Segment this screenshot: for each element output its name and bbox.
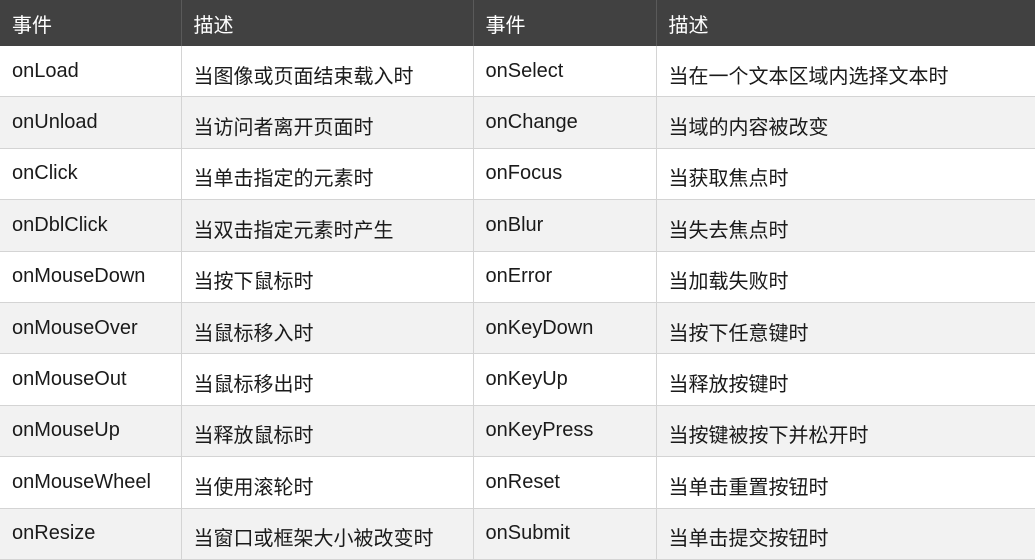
table-row: onLoad 当图像或页面结束载入时 onSelect 当在一个文本区域内选择文… <box>0 46 1035 98</box>
table-row: onDblClick 当双击指定元素时产生 onBlur 当失去焦点时 <box>0 199 1035 252</box>
event-desc-cell: 当单击提交按钮时 <box>656 508 1035 560</box>
event-desc-cell: 当鼠标移出时 <box>181 353 474 406</box>
event-desc-cell: 当释放鼠标时 <box>181 405 474 458</box>
event-name-cell: onSelect <box>473 46 657 98</box>
header-desc-2: 描述 <box>656 0 1035 46</box>
event-name-cell: onMouseOver <box>0 302 182 355</box>
table-row: onClick 当单击指定的元素时 onFocus 当获取焦点时 <box>0 148 1035 201</box>
events-table: 事件 描述 事件 描述 onLoad 当图像或页面结束载入时 onSelect … <box>0 0 1035 560</box>
event-desc-cell: 当单击指定的元素时 <box>181 148 474 201</box>
event-name-cell: onKeyUp <box>473 353 657 406</box>
event-name-cell: onChange <box>473 96 657 149</box>
header-desc-1: 描述 <box>181 0 474 46</box>
event-name-cell: onMouseDown <box>0 251 182 303</box>
event-name-cell: onUnload <box>0 96 182 149</box>
event-desc-cell: 当双击指定元素时产生 <box>181 199 474 252</box>
event-desc-cell: 当按下任意键时 <box>656 302 1035 355</box>
event-name-cell: onClick <box>0 148 182 201</box>
event-name-cell: onMouseOut <box>0 353 182 406</box>
table-row: onMouseDown 当按下鼠标时 onError 当加载失败时 <box>0 251 1035 303</box>
table-row: onMouseWheel 当使用滚轮时 onReset 当单击重置按钮时 <box>0 456 1035 509</box>
event-name-cell: onMouseUp <box>0 405 182 458</box>
event-desc-cell: 当失去焦点时 <box>656 199 1035 252</box>
event-name-cell: onReset <box>473 456 657 509</box>
table-row: onUnload 当访问者离开页面时 onChange 当域的内容被改变 <box>0 96 1035 149</box>
event-desc-cell: 当访问者离开页面时 <box>181 96 474 149</box>
event-name-cell: onError <box>473 251 657 303</box>
event-name-cell: onMouseWheel <box>0 456 182 509</box>
event-name-cell: onKeyDown <box>473 302 657 355</box>
table-header: 事件 描述 事件 描述 <box>0 0 1035 46</box>
header-event-2: 事件 <box>473 0 657 46</box>
event-name-cell: onLoad <box>0 46 182 98</box>
event-name-cell: onSubmit <box>473 508 657 560</box>
table-row: onResize 当窗口或框架大小被改变时 onSubmit 当单击提交按钮时 <box>0 508 1035 560</box>
event-desc-cell: 当按下鼠标时 <box>181 251 474 303</box>
event-desc-cell: 当在一个文本区域内选择文本时 <box>656 46 1035 98</box>
event-desc-cell: 当加载失败时 <box>656 251 1035 303</box>
event-desc-cell: 当按键被按下并松开时 <box>656 405 1035 458</box>
event-desc-cell: 当域的内容被改变 <box>656 96 1035 149</box>
event-name-cell: onDblClick <box>0 199 182 252</box>
event-desc-cell: 当单击重置按钮时 <box>656 456 1035 509</box>
event-desc-cell: 当窗口或框架大小被改变时 <box>181 508 474 560</box>
event-desc-cell: 当鼠标移入时 <box>181 302 474 355</box>
event-desc-cell: 当使用滚轮时 <box>181 456 474 509</box>
table-row: onMouseOver 当鼠标移入时 onKeyDown 当按下任意键时 <box>0 302 1035 355</box>
event-desc-cell: 当图像或页面结束载入时 <box>181 46 474 98</box>
event-desc-cell: 当获取焦点时 <box>656 148 1035 201</box>
table-row: onMouseOut 当鼠标移出时 onKeyUp 当释放按键时 <box>0 353 1035 406</box>
header-event-1: 事件 <box>0 0 182 46</box>
event-name-cell: onBlur <box>473 199 657 252</box>
event-name-cell: onResize <box>0 508 182 560</box>
event-name-cell: onKeyPress <box>473 405 657 458</box>
table-body: onLoad 当图像或页面结束载入时 onSelect 当在一个文本区域内选择文… <box>0 46 1035 560</box>
table-row: onMouseUp 当释放鼠标时 onKeyPress 当按键被按下并松开时 <box>0 405 1035 458</box>
event-desc-cell: 当释放按键时 <box>656 353 1035 406</box>
header-row: 事件 描述 事件 描述 <box>0 0 1035 46</box>
event-name-cell: onFocus <box>473 148 657 201</box>
